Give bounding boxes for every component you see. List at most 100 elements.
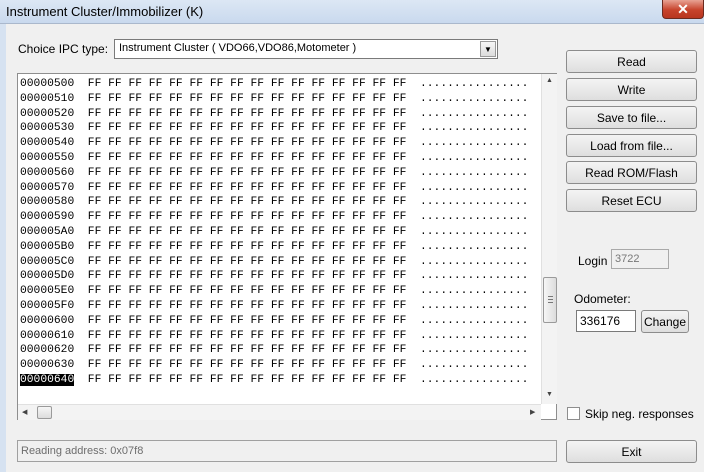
vertical-scrollbar[interactable]: ▲ ▼ [541,74,557,404]
hex-row-address: 00000620 [20,344,75,357]
hex-row-ascii: ................ [419,166,529,179]
hex-row[interactable]: 00000540 FF FF FF FF FF FF FF FF FF FF F… [20,136,540,151]
hex-row[interactable]: 00000640 FF FF FF FF FF FF FF FF FF FF F… [20,373,540,388]
hex-row-address: 00000580 [20,196,75,209]
hex-row[interactable]: 00000620 FF FF FF FF FF FF FF FF FF FF F… [20,343,540,358]
read-rom-flash-button[interactable]: Read ROM/Flash [566,161,697,184]
hex-row-ascii: ................ [419,285,529,298]
hex-row-ascii: ................ [419,255,529,268]
reset-ecu-button[interactable]: Reset ECU [566,189,697,212]
status-bar: Reading address: 0x07f8 [17,440,557,462]
hex-row-ascii: ................ [419,137,529,150]
hex-row-bytes: FF FF FF FF FF FF FF FF FF FF FF FF FF F… [87,211,407,224]
hex-row[interactable]: 00000610 FF FF FF FF FF FF FF FF FF FF F… [20,329,540,344]
hex-row-address: 00000630 [20,359,75,372]
hex-row-ascii: ................ [419,196,529,209]
skip-neg-responses-checkbox[interactable] [567,407,580,420]
scroll-down-icon[interactable]: ▼ [546,391,553,398]
hex-row-address: 00000510 [20,92,75,105]
save-to-file-button[interactable]: Save to file... [566,106,697,129]
hex-row-ascii: ................ [419,314,529,327]
hex-row-ascii: ................ [419,122,529,135]
read-button[interactable]: Read [566,50,697,73]
window-title: Instrument Cluster/Immobilizer (K) [6,4,204,19]
hex-row[interactable]: 000005E0 FF FF FF FF FF FF FF FF FF FF F… [20,284,540,299]
hex-row-bytes: FF FF FF FF FF FF FF FF FF FF FF FF FF F… [87,225,407,238]
hex-row-address: 00000550 [20,151,75,164]
hex-row-address: 00000640 [20,373,75,386]
hex-row[interactable]: 000005D0 FF FF FF FF FF FF FF FF FF FF F… [20,269,540,284]
hex-row-address: 000005F0 [20,299,75,312]
hex-row-bytes: FF FF FF FF FF FF FF FF FF FF FF FF FF F… [87,107,407,120]
odometer-input[interactable]: 336176 [576,310,636,332]
hex-row[interactable]: 00000600 FF FF FF FF FF FF FF FF FF FF F… [20,314,540,329]
hex-row-bytes: FF FF FF FF FF FF FF FF FF FF FF FF FF F… [87,181,407,194]
hex-row[interactable]: 00000510 FF FF FF FF FF FF FF FF FF FF F… [20,92,540,107]
title-bar: Instrument Cluster/Immobilizer (K) ✕ [0,0,704,24]
hex-row-bytes: FF FF FF FF FF FF FF FF FF FF FF FF FF F… [87,314,407,327]
hex-row-address: 00000520 [20,107,75,120]
hex-row-ascii: ................ [419,329,529,342]
scroll-up-icon[interactable]: ▲ [546,77,553,84]
hex-row-ascii: ................ [419,299,529,312]
skip-neg-responses-label: Skip neg. responses [585,407,694,421]
hex-row[interactable]: 000005A0 FF FF FF FF FF FF FF FF FF FF F… [20,225,540,240]
hex-dump-view[interactable]: 00000500 FF FF FF FF FF FF FF FF FF FF F… [17,73,557,420]
hex-row-address: 000005E0 [20,285,75,298]
hex-row-address: 00000590 [20,211,75,224]
chevron-down-icon[interactable]: ▼ [480,41,496,57]
hex-row[interactable]: 000005C0 FF FF FF FF FF FF FF FF FF FF F… [20,255,540,270]
hex-row-bytes: FF FF FF FF FF FF FF FF FF FF FF FF FF F… [87,196,407,209]
hex-row-bytes: FF FF FF FF FF FF FF FF FF FF FF FF FF F… [87,270,407,283]
hex-row[interactable]: 00000530 FF FF FF FF FF FF FF FF FF FF F… [20,121,540,136]
hex-row[interactable]: 00000590 FF FF FF FF FF FF FF FF FF FF F… [20,210,540,225]
hex-dump-lines: 00000500 FF FF FF FF FF FF FF FF FF FF F… [20,77,540,399]
hex-row-bytes: FF FF FF FF FF FF FF FF FF FF FF FF FF F… [87,285,407,298]
hex-row-ascii: ................ [419,211,529,224]
hex-row[interactable]: 00000570 FF FF FF FF FF FF FF FF FF FF F… [20,181,540,196]
hex-row-ascii: ................ [419,181,529,194]
vertical-scroll-thumb[interactable] [543,277,557,323]
load-from-file-button[interactable]: Load from file... [566,134,697,157]
hex-row[interactable]: 000005B0 FF FF FF FF FF FF FF FF FF FF F… [20,240,540,255]
hex-row-address: 000005A0 [20,225,75,238]
close-button[interactable]: ✕ [662,0,704,19]
scroll-right-icon[interactable]: ▶ [530,408,535,416]
hex-row-address: 000005B0 [20,240,75,253]
hex-row-bytes: FF FF FF FF FF FF FF FF FF FF FF FF FF F… [87,122,407,135]
hex-row-bytes: FF FF FF FF FF FF FF FF FF FF FF FF FF F… [87,240,407,253]
hex-row[interactable]: 00000520 FF FF FF FF FF FF FF FF FF FF F… [20,107,540,122]
hex-row-address: 00000610 [20,329,75,342]
hex-row[interactable]: 00000500 FF FF FF FF FF FF FF FF FF FF F… [20,77,540,92]
exit-button[interactable]: Exit [566,440,697,463]
hex-row-ascii: ................ [419,78,529,90]
horizontal-scrollbar[interactable]: ◀ ▶ [18,404,541,420]
hex-row-address: 00000600 [20,314,75,327]
change-button[interactable]: Change [641,310,689,333]
hex-row-address: 00000530 [20,122,75,135]
hex-row-bytes: FF FF FF FF FF FF FF FF FF FF FF FF FF F… [87,344,407,357]
hex-row[interactable]: 000005F0 FF FF FF FF FF FF FF FF FF FF F… [20,299,540,314]
hex-row[interactable]: 00000550 FF FF FF FF FF FF FF FF FF FF F… [20,151,540,166]
hex-row-bytes: FF FF FF FF FF FF FF FF FF FF FF FF FF F… [87,359,407,372]
ipc-type-label: Choice IPC type: [18,42,109,56]
login-label: Login [578,254,608,268]
close-icon: ✕ [677,0,689,17]
hex-row-ascii: ................ [419,344,529,357]
ipc-type-value: Instrument Cluster ( VDO66,VDO86,Motomet… [119,42,357,54]
hex-row-ascii: ................ [419,373,529,386]
hex-row-bytes: FF FF FF FF FF FF FF FF FF FF FF FF FF F… [87,151,407,164]
horizontal-scroll-thumb[interactable] [37,406,52,419]
scroll-left-icon[interactable]: ◀ [22,408,27,416]
hex-row-address: 00000570 [20,181,75,194]
hex-row-bytes: FF FF FF FF FF FF FF FF FF FF FF FF FF F… [87,78,407,90]
hex-row-bytes: FF FF FF FF FF FF FF FF FF FF FF FF FF F… [87,299,407,312]
hex-row[interactable]: 00000580 FF FF FF FF FF FF FF FF FF FF F… [20,195,540,210]
hex-row[interactable]: 00000630 FF FF FF FF FF FF FF FF FF FF F… [20,358,540,373]
hex-row-ascii: ................ [419,151,529,164]
ipc-type-select[interactable]: Instrument Cluster ( VDO66,VDO86,Motomet… [114,39,498,59]
hex-row-ascii: ................ [419,225,529,238]
hex-row[interactable]: 00000560 FF FF FF FF FF FF FF FF FF FF F… [20,166,540,181]
hex-row-address: 00000500 [20,78,75,90]
write-button[interactable]: Write [566,78,697,101]
